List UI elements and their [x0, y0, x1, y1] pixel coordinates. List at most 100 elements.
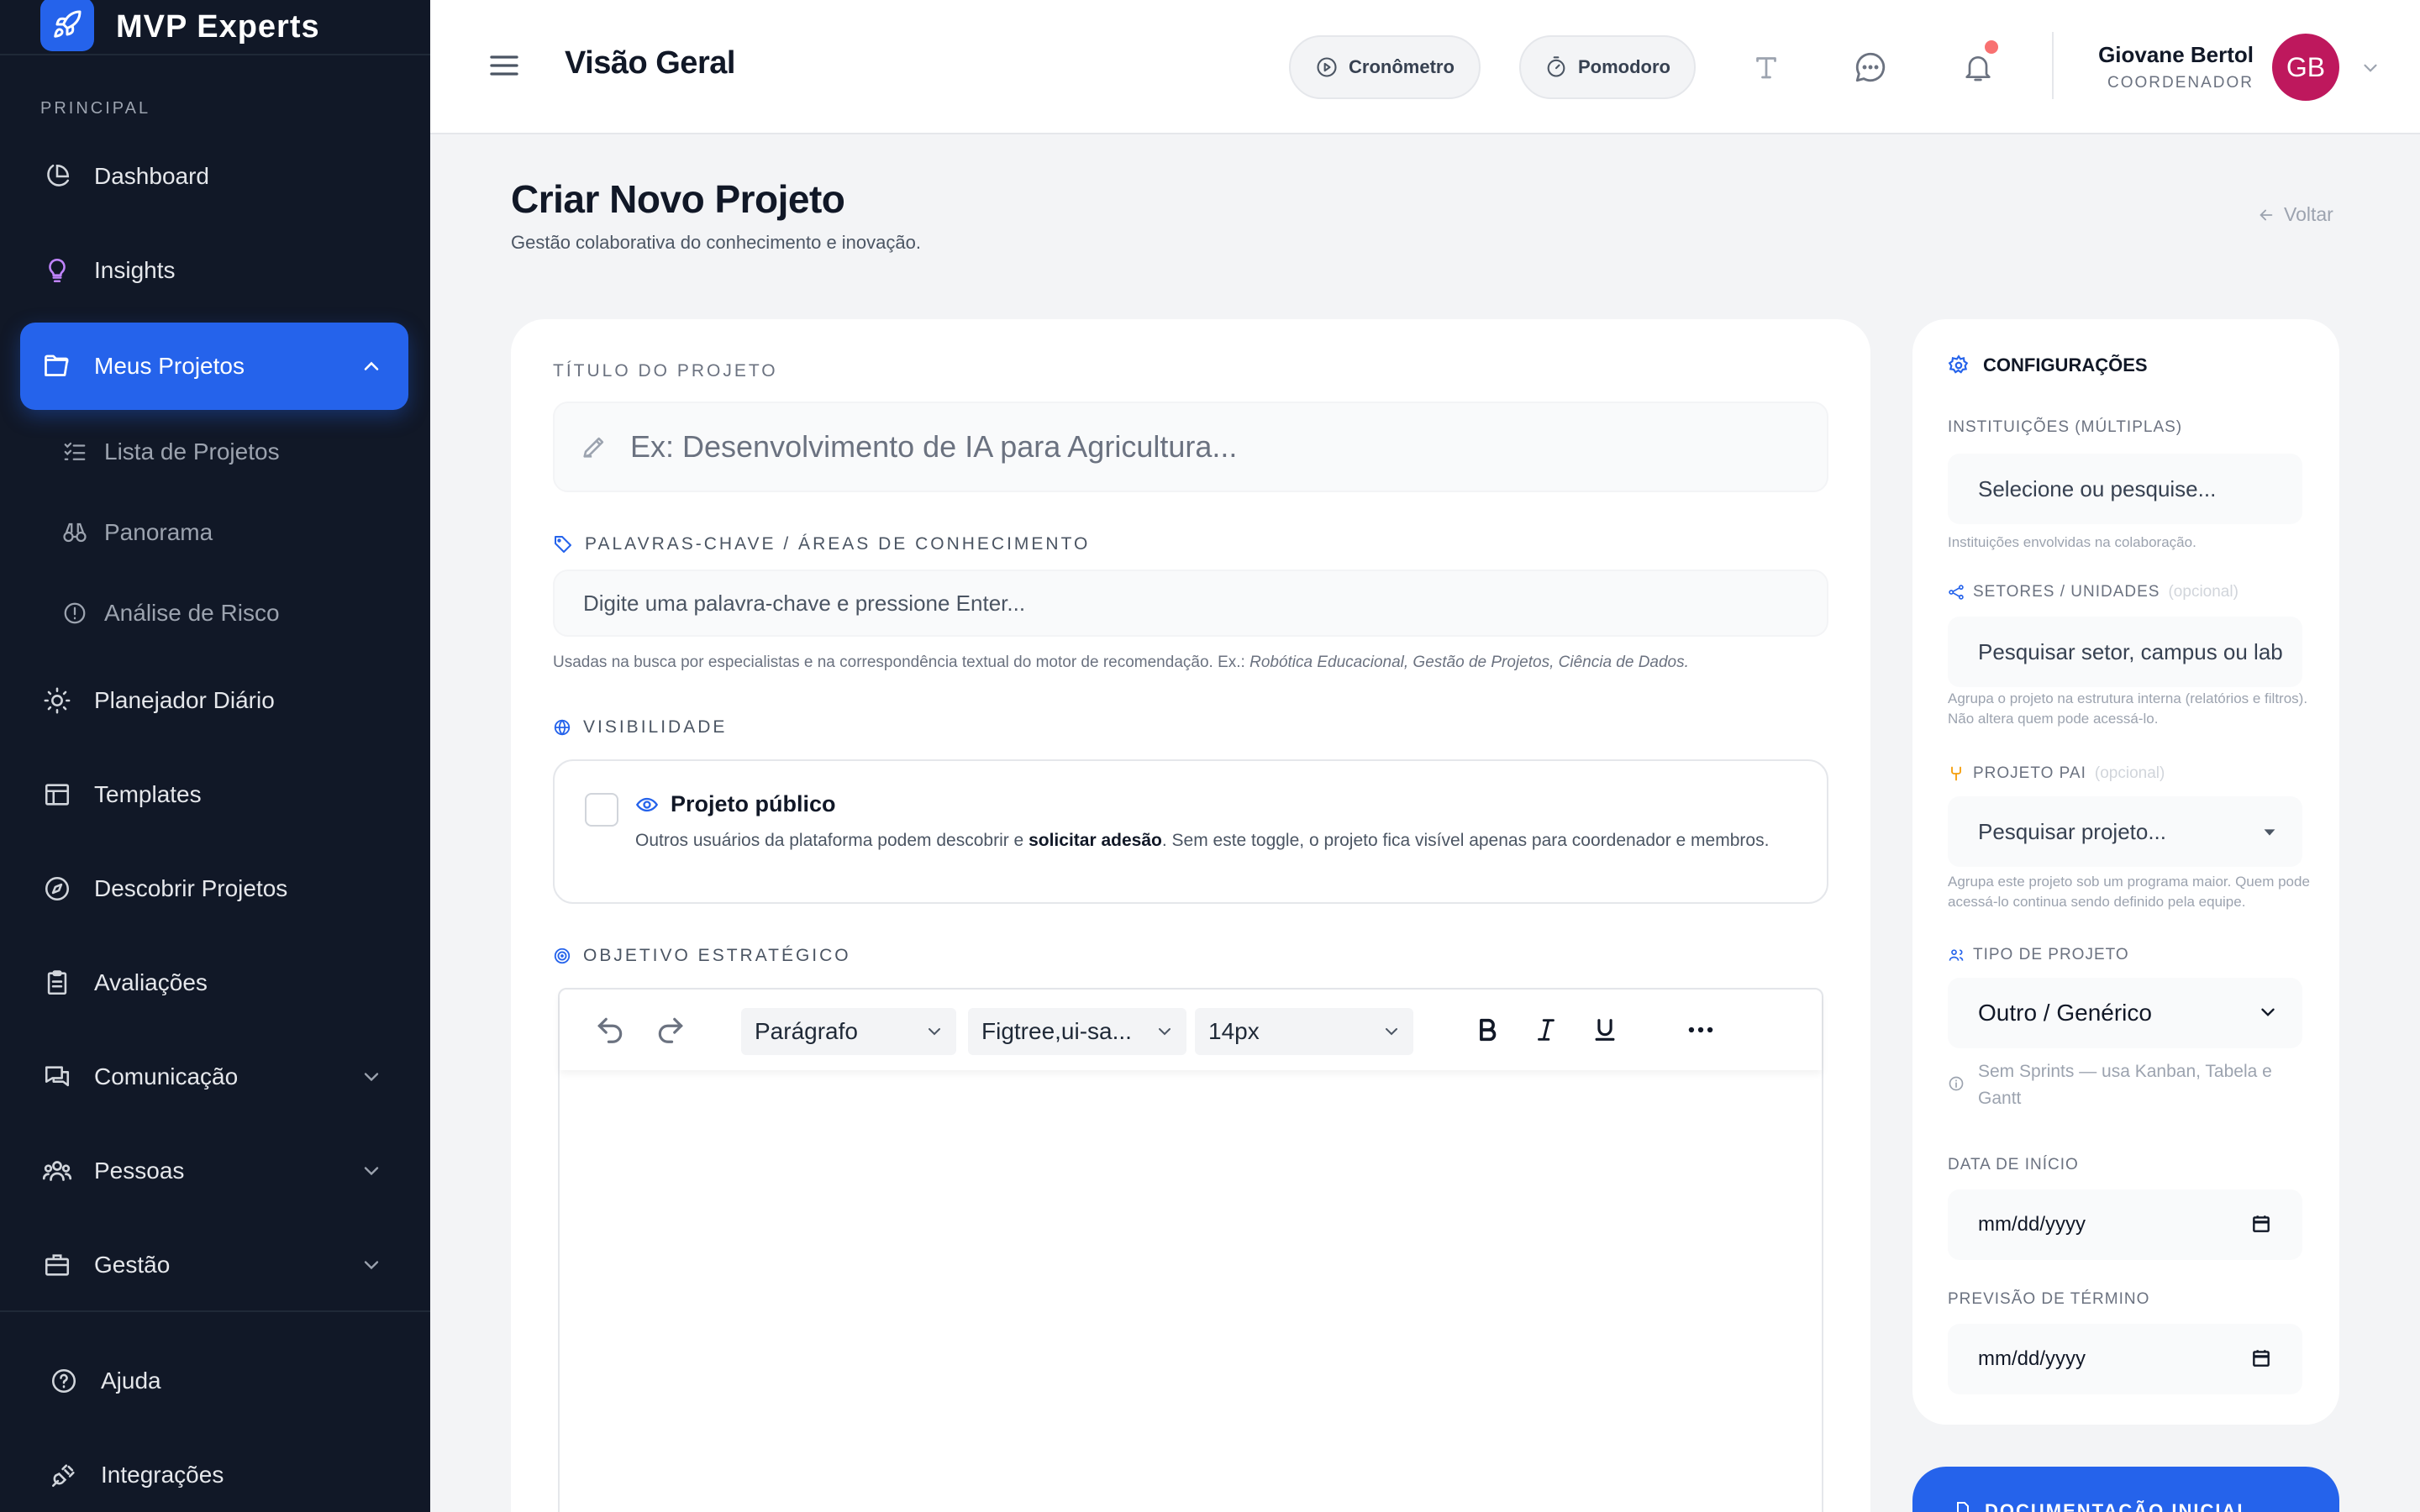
block-format-select[interactable]: Parágrafo	[741, 1008, 956, 1055]
sidebar-item-gestao[interactable]: Gestão	[20, 1221, 408, 1309]
font-family-select[interactable]: Figtree,ui-sa...	[968, 1008, 1186, 1055]
visibility-label: VISIBILIDADE	[553, 717, 727, 738]
pencil-icon	[580, 433, 608, 461]
sidebar-item-integracoes[interactable]: Integrações	[27, 1431, 415, 1512]
rocket-icon	[40, 0, 94, 51]
font-size-select[interactable]: 14px	[1195, 1008, 1413, 1055]
sidebar-item-label: Lista de Projetos	[104, 438, 280, 465]
parent-project-label-text: PROJETO PAI	[1973, 764, 2086, 782]
sidebar: MVP Experts PRINCIPAL Dashboard Insights…	[0, 0, 430, 1512]
avatar[interactable]: GB	[2272, 34, 2339, 101]
chevron-down-icon	[1381, 1021, 1402, 1042]
public-desc-text: Outros usuários da plataforma podem desc…	[635, 831, 1024, 850]
project-type-label: TIPO DE PROJETO	[1948, 946, 2129, 964]
public-title-text: Projeto público	[671, 791, 836, 816]
sidebar-item-label: Análise de Risco	[104, 600, 280, 626]
sidebar-item-templates[interactable]: Templates	[20, 751, 408, 838]
hamburger-menu-icon[interactable]	[487, 49, 521, 82]
parent-project-hint: Agrupa este projeto sob um programa maio…	[1948, 874, 2310, 910]
end-date-input[interactable]: mm/dd/yyyy	[1948, 1324, 2302, 1394]
chat-icon[interactable]	[1850, 47, 1891, 87]
user-name[interactable]: Giovane Bertol	[2098, 42, 2254, 68]
sidebar-item-label: Integrações	[101, 1462, 224, 1488]
italic-icon[interactable]	[1528, 1011, 1565, 1048]
title-input[interactable]: Ex: Desenvolvimento de IA para Agricultu…	[553, 402, 1828, 492]
caret-down-icon	[2260, 823, 2279, 842]
arrow-left-icon	[2257, 206, 2275, 224]
initial-documentation-button[interactable]: DOCUMENTAÇÃO INICIAL	[1912, 1467, 2339, 1512]
globe-icon	[553, 718, 571, 737]
undo-icon[interactable]	[592, 1011, 629, 1048]
objective-label-text: OBJETIVO ESTRATÉGICO	[583, 946, 851, 965]
start-date-label: DATA DE INÍCIO	[1948, 1156, 2079, 1173]
sidebar-item-label: Planejador Diário	[94, 687, 275, 713]
institutions-label: INSTITUIÇÕES (MÚLTIPLAS)	[1948, 418, 2183, 436]
pomodoro-button[interactable]: Pomodoro	[1519, 35, 1696, 99]
eye-icon	[635, 793, 659, 816]
users-icon	[40, 1154, 74, 1188]
project-type-value: Outro / Genérico	[1978, 1000, 2152, 1026]
chat-bubbles-icon	[40, 1060, 74, 1094]
sidebar-item-avaliacoes[interactable]: Avaliações	[20, 939, 408, 1026]
keywords-label: PALAVRAS-CHAVE / ÁREAS DE CONHECIMENTO	[553, 534, 1090, 554]
editor-toolbar: Parágrafo Figtree,ui-sa... 14px	[560, 990, 1822, 1070]
keywords-examples: Robótica Educacional, Gestão de Projetos…	[1249, 654, 1689, 671]
sidebar-item-label: Templates	[94, 781, 202, 807]
sidebar-item-meus-projetos[interactable]: Meus Projetos	[20, 323, 408, 410]
underline-icon[interactable]	[1586, 1011, 1623, 1048]
help-circle-icon	[47, 1364, 81, 1398]
sidebar-item-label: Ajuda	[101, 1368, 161, 1394]
visibility-label-text: VISIBILIDADE	[583, 717, 728, 737]
parent-project-value: Pesquisar projeto...	[1978, 818, 2167, 844]
public-checkbox[interactable]	[585, 793, 618, 827]
sidebar-item-planejador-diario[interactable]: Planejador Diário	[20, 657, 408, 744]
project-type-info: Sem Sprints — usa Kanban, Tabela e Gantt	[1948, 1058, 2309, 1112]
sidebar-item-label: Pessoas	[94, 1158, 185, 1184]
font-size-value: 14px	[1208, 1018, 1260, 1044]
alert-circle-icon	[60, 599, 89, 627]
more-options-icon[interactable]	[1682, 1011, 1719, 1048]
institutions-select[interactable]: Selecione ou pesquise...	[1948, 454, 2302, 524]
divider	[2052, 32, 2054, 99]
sidebar-item-label: Panorama	[104, 519, 213, 545]
sidebar-item-ajuda[interactable]: Ajuda	[27, 1337, 415, 1425]
parent-project-select[interactable]: Pesquisar projeto...	[1948, 796, 2302, 867]
sectors-input[interactable]: Pesquisar setor, campus ou lab	[1948, 617, 2302, 687]
section-label: PRINCIPAL	[40, 99, 151, 118]
brand[interactable]: MVP Experts	[40, 0, 320, 54]
chevron-down-icon[interactable]	[2360, 57, 2381, 79]
rich-text-editor[interactable]: Parágrafo Figtree,ui-sa... 14px	[558, 988, 1823, 1512]
network-icon	[1948, 584, 1965, 601]
cronometro-button[interactable]: Cronômetro	[1289, 35, 1481, 99]
pomodoro-label: Pomodoro	[1578, 56, 1670, 77]
project-type-select[interactable]: Outro / Genérico	[1948, 978, 2302, 1048]
sidebar-item-label: Meus Projetos	[94, 353, 245, 379]
sidebar-item-label: Descobrir Projetos	[94, 875, 288, 901]
chevron-down-icon	[360, 1159, 383, 1183]
sidebar-subitem-panorama[interactable]: Panorama	[60, 507, 213, 558]
back-label: Voltar	[2284, 203, 2333, 225]
sidebar-item-dashboard[interactable]: Dashboard	[20, 133, 408, 220]
sidebar-item-comunicacao[interactable]: Comunicação	[20, 1033, 408, 1121]
chevron-up-icon	[360, 354, 383, 378]
plug-icon	[47, 1458, 81, 1492]
start-date-input[interactable]: mm/dd/yyyy	[1948, 1189, 2302, 1260]
public-desc-bold: solicitar adesão	[1028, 831, 1162, 850]
timer-icon	[1544, 55, 1568, 79]
config-card: CONFIGURAÇÕES INSTITUIÇÕES (MÚLTIPLAS) S…	[1912, 319, 2339, 1425]
user-role: COORDENADOR	[2107, 74, 2254, 92]
sidebar-item-descobrir-projetos[interactable]: Descobrir Projetos	[20, 845, 408, 932]
keywords-input[interactable]: Digite uma palavra-chave e pressione Ent…	[553, 570, 1828, 637]
sidebar-subitem-analise-de-risco[interactable]: Análise de Risco	[60, 588, 280, 638]
gear-icon	[1948, 354, 1970, 376]
font-size-icon[interactable]	[1746, 47, 1786, 87]
back-link[interactable]: Voltar	[2257, 203, 2333, 226]
end-date-value: mm/dd/yyyy	[1978, 1347, 2086, 1370]
header-title: Visão Geral	[565, 45, 735, 81]
sidebar-item-insights[interactable]: Insights	[20, 227, 408, 314]
bold-icon[interactable]	[1469, 1011, 1506, 1048]
sidebar-item-pessoas[interactable]: Pessoas	[20, 1127, 408, 1215]
redo-icon[interactable]	[652, 1011, 689, 1048]
keywords-hint-text: Usadas na busca por especialistas e na c…	[553, 654, 1245, 671]
sidebar-subitem-lista-de-projetos[interactable]: Lista de Projetos	[60, 427, 280, 477]
